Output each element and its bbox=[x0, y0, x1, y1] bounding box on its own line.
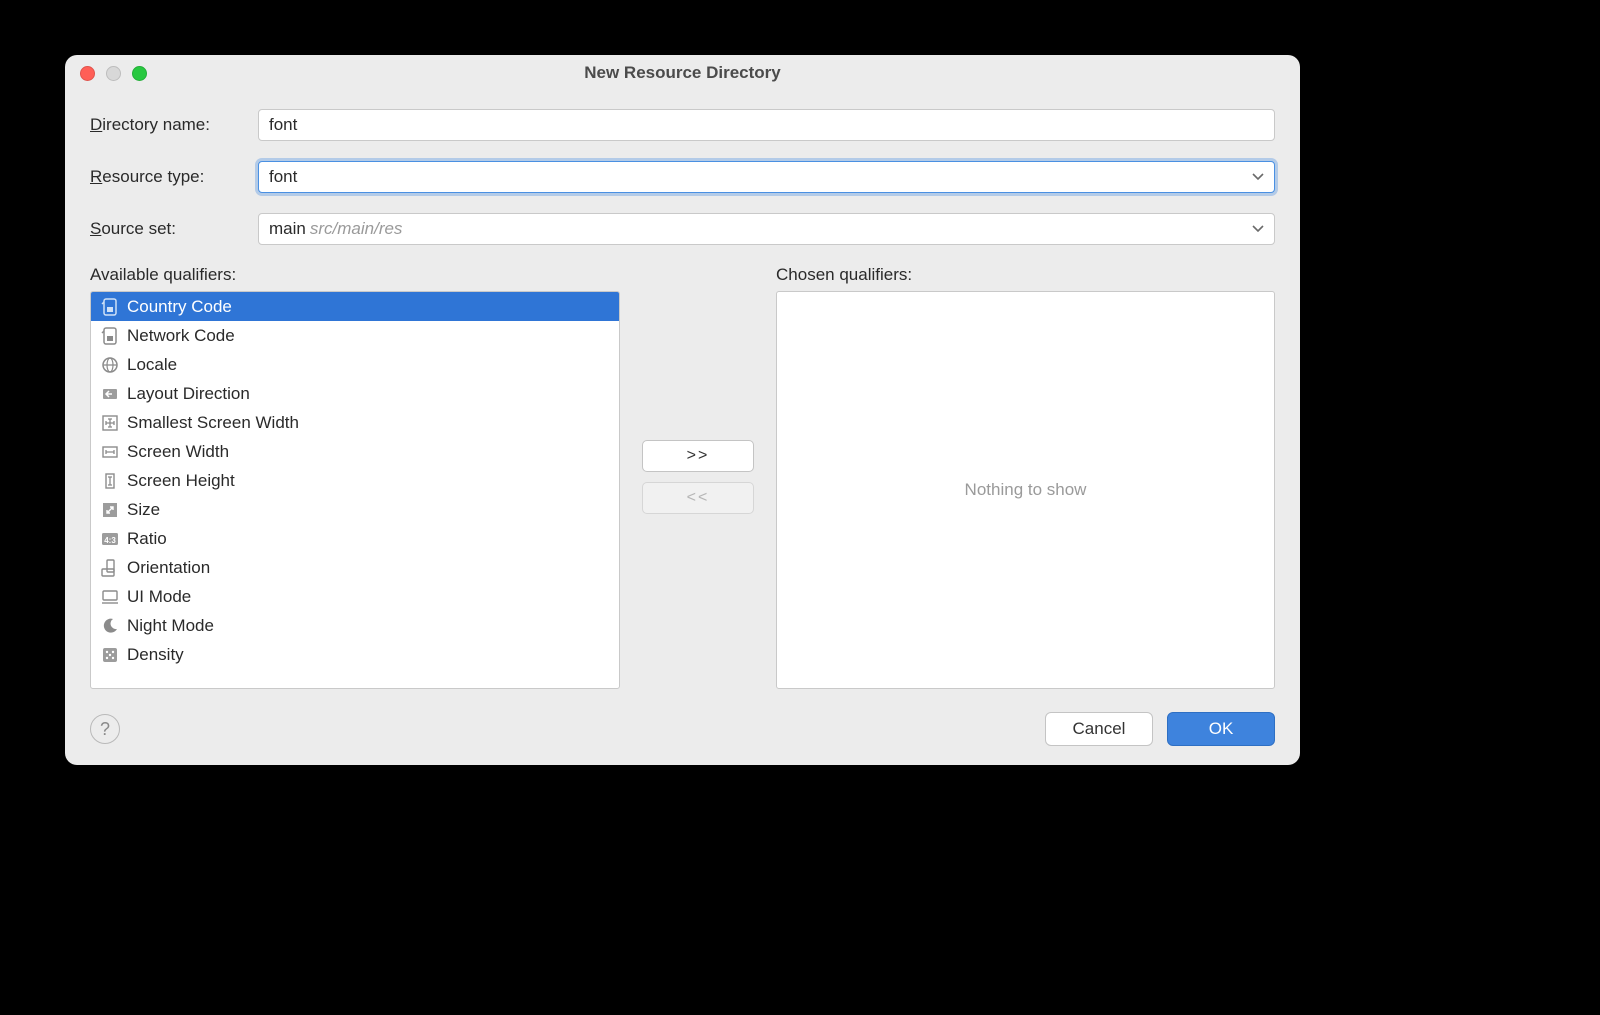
qualifier-area: Available qualifiers: Country Code Networ… bbox=[90, 265, 1275, 689]
qualifier-item-label: Size bbox=[127, 500, 160, 520]
help-button[interactable]: ? bbox=[90, 714, 120, 744]
qualifier-item-label: Smallest Screen Width bbox=[127, 413, 299, 433]
available-column: Available qualifiers: Country Code Networ… bbox=[90, 265, 620, 689]
qualifier-item[interactable]: Screen Width bbox=[91, 437, 619, 466]
density-icon bbox=[101, 646, 119, 664]
titlebar: New Resource Directory bbox=[65, 55, 1300, 91]
dim-both-icon bbox=[101, 414, 119, 432]
qualifier-item-label: Screen Height bbox=[127, 471, 235, 491]
move-left-button: << bbox=[642, 482, 754, 514]
qualifier-item[interactable]: Locale bbox=[91, 350, 619, 379]
move-buttons-column: >> << bbox=[638, 265, 758, 689]
minimize-icon bbox=[106, 66, 121, 81]
qualifier-item-label: Ratio bbox=[127, 529, 167, 549]
qualifier-item-label: UI Mode bbox=[127, 587, 191, 607]
desk-icon bbox=[101, 588, 119, 606]
qualifier-item[interactable]: Layout Direction bbox=[91, 379, 619, 408]
qualifier-item[interactable]: Density bbox=[91, 640, 619, 669]
moon-icon bbox=[101, 617, 119, 635]
qualifier-item-label: Country Code bbox=[127, 297, 232, 317]
qualifier-item-label: Orientation bbox=[127, 558, 210, 578]
available-label: Available qualifiers: bbox=[90, 265, 620, 285]
qualifier-item[interactable]: Country Code bbox=[91, 292, 619, 321]
sim-icon bbox=[101, 327, 119, 345]
dialog-content: Directory name: font Resource type: font… bbox=[65, 91, 1300, 699]
row-directory-name: Directory name: font bbox=[90, 109, 1275, 141]
row-source-set: Source set: main src/main/res bbox=[90, 213, 1275, 245]
empty-placeholder: Nothing to show bbox=[965, 480, 1087, 500]
chosen-column: Chosen qualifiers: Nothing to show bbox=[776, 265, 1275, 689]
resource-type-label: Resource type: bbox=[90, 167, 258, 187]
qualifier-item-label: Density bbox=[127, 645, 184, 665]
available-qualifiers-list[interactable]: Country Code Network Code Locale Layout Dir… bbox=[90, 291, 620, 689]
ok-button[interactable]: OK bbox=[1167, 712, 1275, 746]
window-controls bbox=[80, 66, 147, 81]
qualifier-item[interactable]: UI Mode bbox=[91, 582, 619, 611]
qualifier-item[interactable]: Night Mode bbox=[91, 611, 619, 640]
chevron-down-icon bbox=[1252, 173, 1264, 181]
dialog-footer: ? Cancel OK bbox=[65, 699, 1300, 765]
chosen-label: Chosen qualifiers: bbox=[776, 265, 1275, 285]
source-set-label: Source set: bbox=[90, 219, 258, 239]
cancel-button[interactable]: Cancel bbox=[1045, 712, 1153, 746]
qualifier-item[interactable]: Network Code bbox=[91, 321, 619, 350]
dialog-window: New Resource Directory Directory name: f… bbox=[65, 55, 1300, 765]
sim-icon bbox=[101, 298, 119, 316]
chosen-qualifiers-list[interactable]: Nothing to show bbox=[776, 291, 1275, 689]
dim-v-icon bbox=[101, 472, 119, 490]
expand-icon bbox=[101, 501, 119, 519]
zoom-icon[interactable] bbox=[132, 66, 147, 81]
close-icon[interactable] bbox=[80, 66, 95, 81]
move-right-button[interactable]: >> bbox=[642, 440, 754, 472]
qualifier-item-label: Night Mode bbox=[127, 616, 214, 636]
source-set-select[interactable]: main src/main/res bbox=[258, 213, 1275, 245]
window-title: New Resource Directory bbox=[65, 63, 1300, 83]
qualifier-item[interactable]: Size bbox=[91, 495, 619, 524]
chevron-down-icon bbox=[1252, 225, 1264, 233]
globe-icon bbox=[101, 356, 119, 374]
qualifier-item[interactable]: Smallest Screen Width bbox=[91, 408, 619, 437]
qualifier-item[interactable]: Ratio bbox=[91, 524, 619, 553]
qualifier-item-label: Locale bbox=[127, 355, 177, 375]
arrow-left-icon bbox=[101, 385, 119, 403]
qualifier-item-label: Screen Width bbox=[127, 442, 229, 462]
ratio-icon bbox=[101, 530, 119, 548]
dim-h-icon bbox=[101, 443, 119, 461]
resource-type-select[interactable]: font bbox=[258, 161, 1275, 193]
qualifier-item-label: Network Code bbox=[127, 326, 235, 346]
qualifier-item-label: Layout Direction bbox=[127, 384, 250, 404]
directory-name-label: Directory name: bbox=[90, 115, 258, 135]
qualifier-item[interactable]: Screen Height bbox=[91, 466, 619, 495]
qualifier-item[interactable]: Orientation bbox=[91, 553, 619, 582]
row-resource-type: Resource type: font bbox=[90, 161, 1275, 193]
orientation-icon bbox=[101, 559, 119, 577]
directory-name-input[interactable]: font bbox=[258, 109, 1275, 141]
